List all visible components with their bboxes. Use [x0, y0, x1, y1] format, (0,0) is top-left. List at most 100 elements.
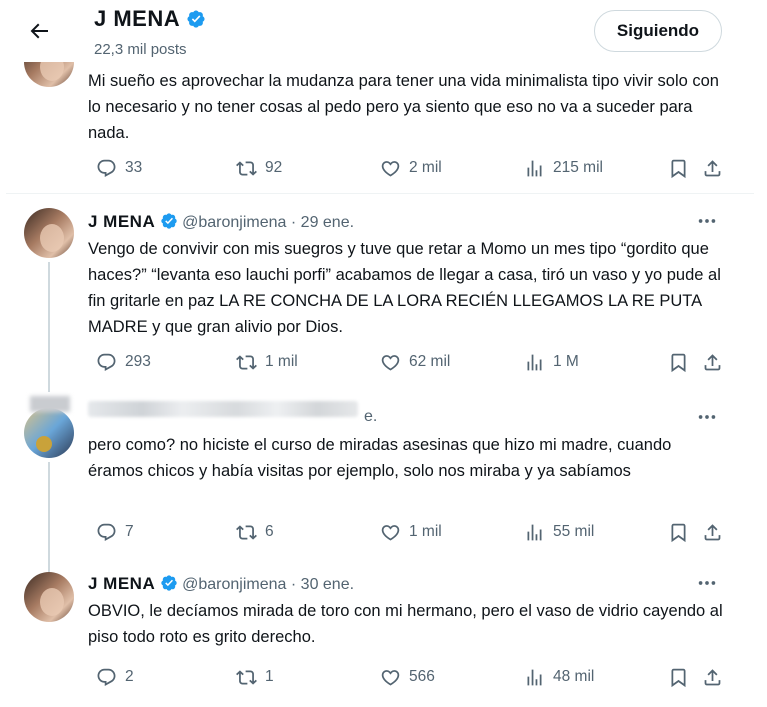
bookmark-button[interactable] — [668, 662, 689, 692]
tweet-date[interactable]: e. — [364, 408, 377, 425]
avatar[interactable] — [24, 572, 74, 622]
bookmark-button[interactable] — [668, 347, 689, 377]
bookmark-icon — [668, 158, 689, 179]
reply-button[interactable]: 293 — [96, 347, 151, 377]
like-count: 2 mil — [409, 159, 442, 176]
tweet-date[interactable]: · 30 ene. — [291, 576, 354, 593]
views-icon — [524, 522, 545, 543]
post-count: 22,3 mil posts — [94, 41, 187, 58]
blurred-author-name — [88, 401, 358, 417]
view-count: 48 mil — [553, 668, 595, 685]
more-options-button[interactable] — [696, 572, 718, 600]
author-handle[interactable]: @baronjimena — [182, 214, 286, 231]
retweet-button[interactable]: 6 — [236, 517, 274, 547]
retweet-button[interactable]: 1 — [236, 662, 274, 692]
share-icon — [702, 667, 723, 688]
reply-button[interactable]: 7 — [96, 517, 134, 547]
tweet-header: e. — [364, 408, 377, 426]
verified-badge-icon — [160, 574, 178, 592]
profile-name-text: J MENA — [94, 6, 181, 31]
view-count: 55 mil — [553, 523, 595, 540]
share-button[interactable] — [702, 517, 723, 547]
views-button[interactable]: 1 M — [524, 347, 579, 377]
like-button[interactable]: 2 mil — [380, 153, 442, 183]
like-button[interactable]: 62 mil — [380, 347, 450, 377]
bookmark-icon — [668, 667, 689, 688]
share-button[interactable] — [702, 153, 723, 183]
avatar-image — [24, 572, 74, 622]
views-icon — [524, 158, 545, 179]
more-dots-icon — [698, 219, 716, 223]
reply-count: 2 — [125, 668, 134, 685]
more-dots-icon — [698, 415, 716, 419]
like-button[interactable]: 1 mil — [380, 517, 442, 547]
retweet-icon — [236, 667, 257, 688]
retweet-count: 6 — [265, 523, 274, 540]
views-button[interactable]: 55 mil — [524, 517, 594, 547]
reply-count: 293 — [125, 353, 151, 370]
verified-badge-icon — [186, 9, 206, 29]
verified-badge-icon — [160, 212, 178, 230]
reply-icon — [96, 158, 117, 179]
retweet-icon — [236, 352, 257, 373]
reply-button[interactable]: 2 — [96, 662, 134, 692]
tweet-text: Vengo de convivir con mis suegros y tuve… — [88, 240, 721, 336]
bookmark-button[interactable] — [668, 517, 689, 547]
reply-icon — [96, 667, 117, 688]
reply-button[interactable]: 33 — [96, 153, 142, 183]
like-button[interactable]: 566 — [380, 662, 435, 692]
views-button[interactable]: 215 mil — [524, 153, 603, 183]
retweet-button[interactable]: 92 — [236, 153, 282, 183]
view-count: 1 M — [553, 353, 579, 370]
views-icon — [524, 352, 545, 373]
profile-name: J MENA — [94, 6, 206, 32]
tweet-actions: 7 6 1 mil 55 mil — [88, 517, 728, 547]
author-name[interactable]: J MENA — [88, 212, 155, 231]
share-button[interactable] — [702, 662, 723, 692]
tweet[interactable]: J MENA @baronjimena · 29 ene. Vengo de c… — [6, 194, 754, 392]
following-button[interactable]: Siguiendo — [594, 10, 722, 52]
tweet-actions: 293 1 mil 62 mil 1 M — [88, 347, 728, 377]
like-count: 566 — [409, 668, 435, 685]
retweet-button[interactable]: 1 mil — [236, 347, 298, 377]
heart-icon — [380, 667, 401, 688]
reply-icon — [96, 522, 117, 543]
views-button[interactable]: 48 mil — [524, 662, 594, 692]
retweet-count: 1 mil — [265, 353, 298, 370]
view-count: 215 mil — [553, 159, 603, 176]
views-icon — [524, 667, 545, 688]
reply-count: 7 — [125, 523, 134, 540]
bookmark-button[interactable] — [668, 153, 689, 183]
retweet-icon — [236, 522, 257, 543]
tweet-header: J MENA @baronjimena · 30 ene. — [88, 574, 354, 594]
more-options-button[interactable] — [696, 210, 718, 238]
tweet-header: J MENA @baronjimena · 29 ene. — [88, 212, 354, 232]
avatar-image — [24, 408, 74, 458]
author-handle[interactable]: @baronjimena — [182, 576, 286, 593]
retweet-icon — [236, 158, 257, 179]
share-icon — [702, 522, 723, 543]
like-count: 62 mil — [409, 353, 451, 370]
share-icon — [702, 352, 723, 373]
share-icon — [702, 158, 723, 179]
avatar-image — [24, 208, 74, 258]
avatar[interactable] — [24, 408, 74, 458]
more-options-button[interactable] — [696, 406, 718, 434]
reply-count: 33 — [125, 159, 143, 176]
tweet-text: Mi sueño es aprovechar la mudanza para t… — [88, 72, 719, 142]
tweet-date[interactable]: · 29 ene. — [291, 214, 354, 231]
thread-line — [48, 462, 50, 574]
top-bar: J MENA 22,3 mil posts Siguiendo — [0, 0, 767, 62]
heart-icon — [380, 522, 401, 543]
avatar[interactable] — [24, 208, 74, 258]
heart-icon — [380, 352, 401, 373]
arrow-left-icon — [27, 19, 51, 43]
tweet-text: pero como? no hiciste el curso de mirada… — [88, 436, 672, 480]
retweet-count: 92 — [265, 159, 283, 176]
author-name[interactable]: J MENA — [88, 574, 155, 593]
heart-icon — [380, 158, 401, 179]
back-button[interactable] — [22, 14, 56, 48]
tweet[interactable]: J MENA @baronjimena · 30 ene. OBVIO, le … — [6, 560, 754, 707]
share-button[interactable] — [702, 347, 723, 377]
blurred-region — [30, 396, 70, 412]
